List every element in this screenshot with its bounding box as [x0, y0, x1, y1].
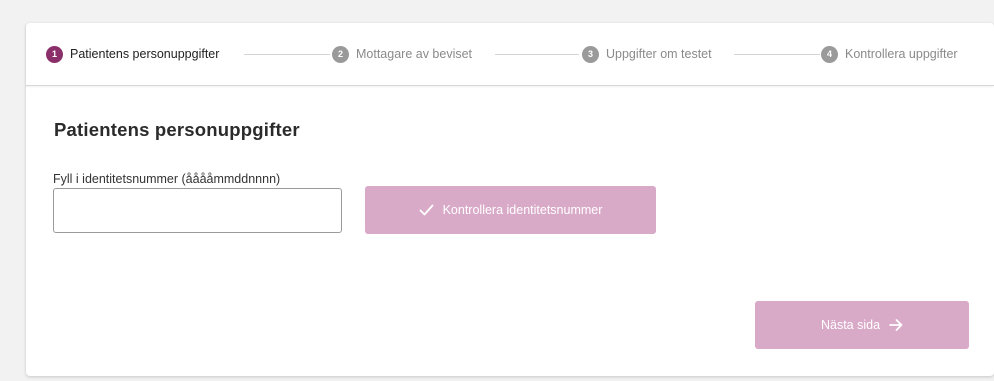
- arrow-right-icon: [889, 319, 903, 331]
- page-title: Patientens personuppgifter: [54, 119, 300, 140]
- step-connector: [495, 54, 579, 55]
- id-number-label: Fyll i identitetsnummer (ååååmmddnnnn): [53, 172, 281, 186]
- step-label: Kontrollera uppgifter: [845, 47, 958, 61]
- check-id-button-label: Kontrollera identitetsnummer: [442, 203, 603, 217]
- form-card: 1 Patientens personuppgifter 2 Mottagare…: [26, 23, 994, 376]
- check-id-button[interactable]: Kontrollera identitetsnummer: [365, 186, 656, 234]
- step-number: 2: [332, 45, 349, 63]
- step-3[interactable]: 3 Uppgifter om testet: [582, 45, 712, 63]
- step-label: Mottagare av beviset: [356, 47, 473, 61]
- step-connector: [244, 54, 330, 55]
- step-connector: [734, 54, 820, 55]
- step-number: 1: [46, 45, 63, 63]
- id-number-input[interactable]: [53, 188, 342, 233]
- step-number: 3: [582, 45, 599, 63]
- stepper: 1 Patientens personuppgifter 2 Mottagare…: [26, 23, 994, 86]
- checkmark-icon: [419, 204, 434, 216]
- step-label: Uppgifter om testet: [606, 47, 712, 61]
- step-1[interactable]: 1 Patientens personuppgifter: [46, 45, 219, 63]
- next-page-button-label: Nästa sida: [820, 318, 881, 332]
- step-label: Patientens personuppgifter: [70, 47, 220, 61]
- step-4[interactable]: 4 Kontrollera uppgifter: [821, 45, 958, 63]
- step-2[interactable]: 2 Mottagare av beviset: [332, 45, 472, 63]
- next-page-button[interactable]: Nästa sida: [755, 301, 969, 349]
- step-number: 4: [821, 45, 838, 63]
